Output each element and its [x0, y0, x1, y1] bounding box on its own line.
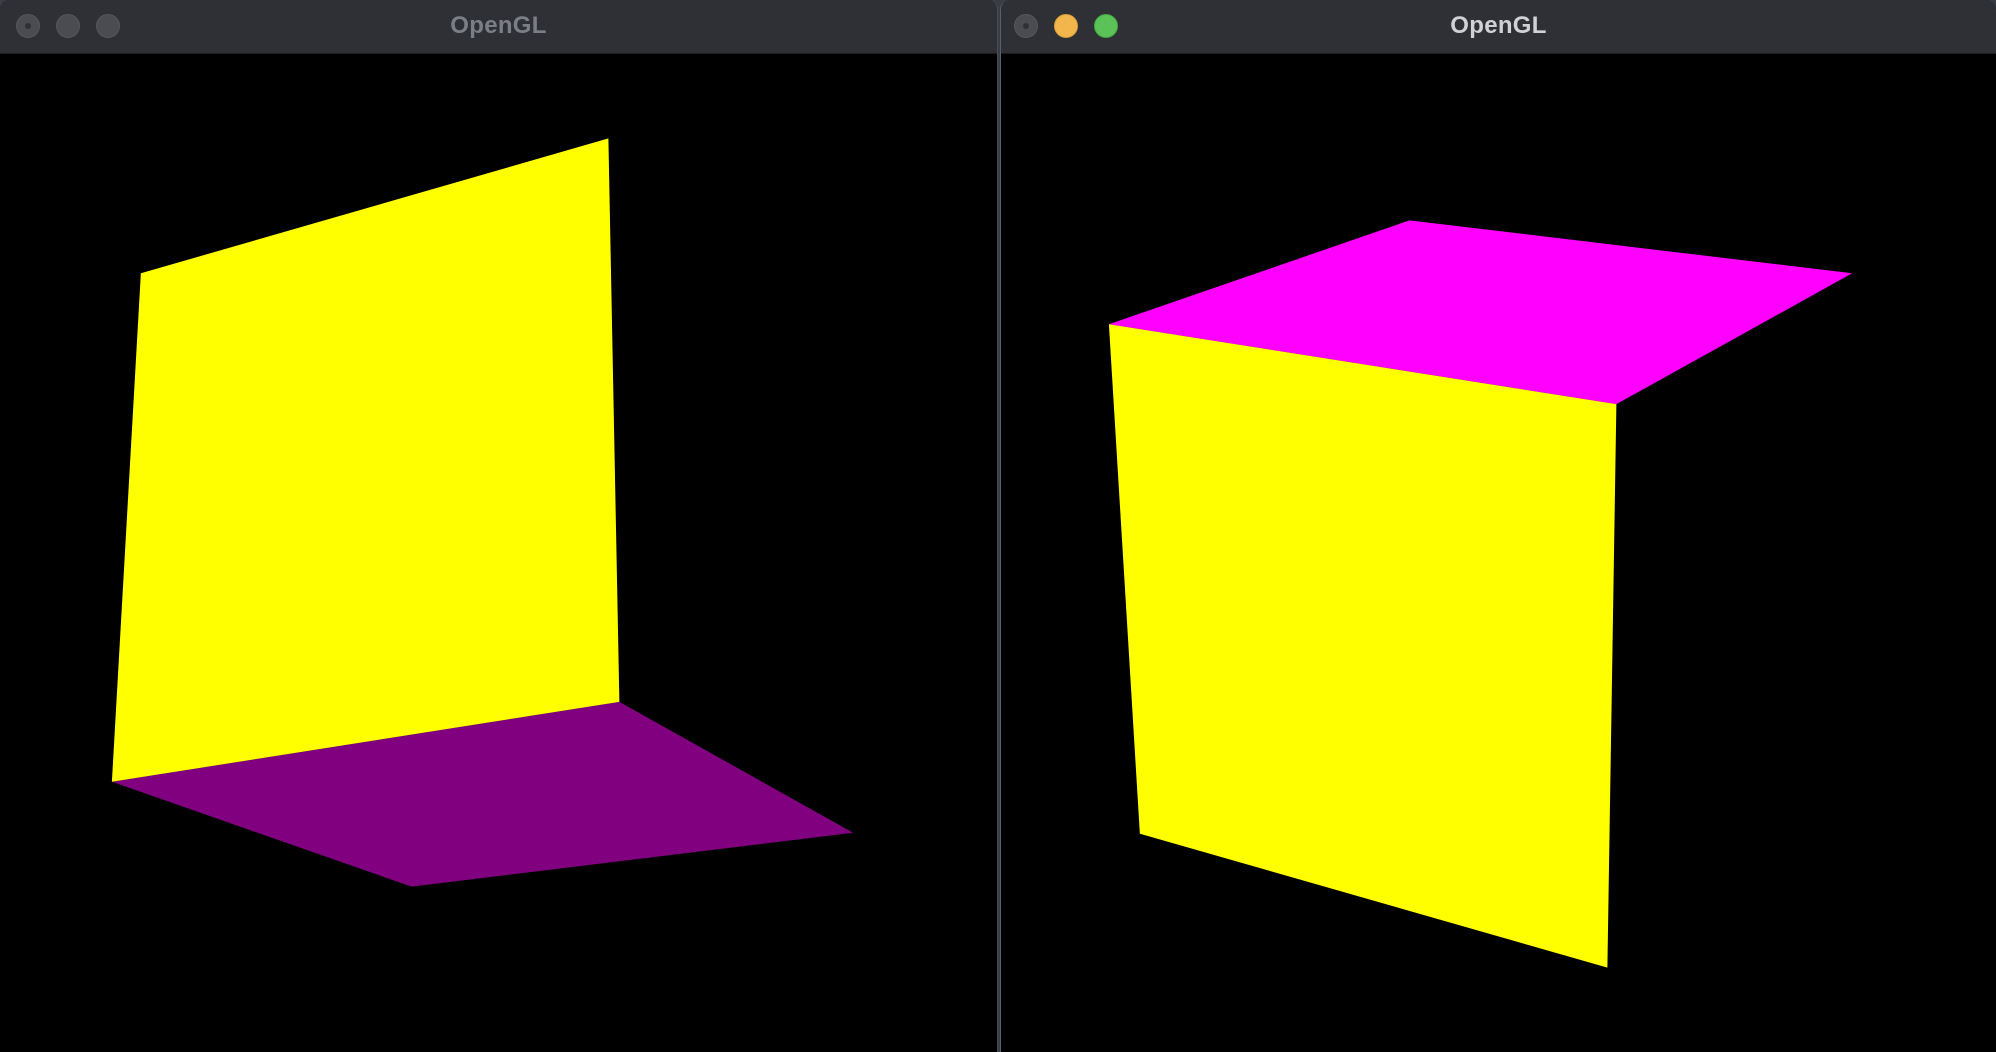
window-titlebar[interactable]: OpenGL [0, 0, 997, 54]
opengl-canvas[interactable] [0, 54, 997, 1052]
opengl-window-left[interactable]: OpenGL [0, 0, 998, 1052]
opengl-window-right[interactable]: OpenGL [1000, 0, 1996, 1052]
cube-render [111, 138, 854, 887]
window-titlebar[interactable]: OpenGL [1001, 0, 1996, 54]
cube-render [1108, 220, 1853, 968]
cube-front-face [1108, 324, 1617, 968]
opengl-canvas[interactable] [1001, 54, 1996, 1052]
window-title: OpenGL [1450, 12, 1547, 39]
window-title: OpenGL [450, 12, 547, 39]
cube-front-face [111, 138, 620, 782]
